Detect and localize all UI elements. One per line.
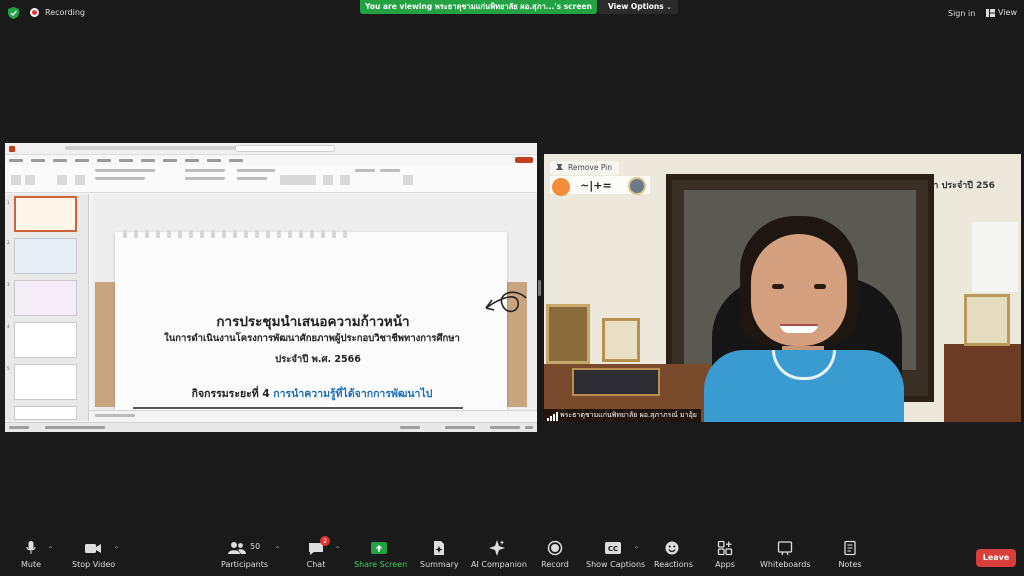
logo-text: ~|+= [580,179,612,192]
slide-subtitle-year: ประจำปี พ.ศ. 2566 [275,354,361,365]
record-label: Record [541,560,569,569]
remove-pin-label: Remove Pin [568,163,613,172]
video-options-caret[interactable]: ^ [114,546,119,553]
slide-thumbnail[interactable] [14,322,77,358]
notes-pane[interactable] [89,410,537,420]
activity-highlight: การนำความรู้ที่ได้จากการพัฒนาไป [273,388,433,400]
mute-options-caret[interactable]: ^ [48,546,53,553]
whiteboards-button[interactable]: Whiteboards [760,540,811,569]
apps-icon [717,540,733,556]
show-captions-label: Show Captions [586,560,646,569]
meeting-toolbar: Mute ^ Stop Video ^ 50 Participants ^ 2 … [0,536,1024,576]
reactions-button[interactable]: Reactions [654,540,693,569]
closed-captions-icon: CC [605,542,621,554]
emblem-icon [628,177,646,195]
shield-icon[interactable] [8,7,19,19]
arrow-doodle-icon [485,291,527,313]
apps-button[interactable]: Apps [712,540,738,569]
svg-text:CC: CC [608,545,618,553]
stop-video-button[interactable]: Stop Video [72,540,116,569]
summary-label: Summary [420,560,459,569]
view-grid-icon [986,8,995,17]
slide-thumbnail[interactable] [14,280,77,316]
participants-button[interactable]: 50 Participants [221,540,268,569]
slide-title: การประชุมนำเสนอความก้าวหน้า [216,314,410,330]
ppt-ribbon [5,165,537,193]
top-bar: Recording You are viewing พระธาตุชามแก่น… [0,0,1024,26]
chat-badge: 2 [320,536,330,546]
leave-button[interactable]: Leave [976,549,1016,567]
school-logo-icon [552,178,570,196]
shared-screen[interactable]: 1 2 3 4 5 การประชุมนำเสนอความก้าวหน้า ใน… [5,143,537,432]
summary-button[interactable]: Summary [420,540,459,569]
remove-pin-button[interactable]: Remove Pin [550,161,620,175]
mute-button[interactable]: Mute [20,540,42,569]
slide-thumbnails[interactable]: 1 2 3 4 5 [5,194,89,421]
microphone-icon [26,541,36,554]
slide-subtitle: ในการดำเนินงานโครงการพัฒนาศักยภาพผู้ประก… [164,333,460,344]
view-label: View [998,8,1017,17]
share-screen-button[interactable]: Share Screen [354,540,408,569]
chat-button[interactable]: 2 Chat [305,536,330,569]
signal-strength-icon [547,412,558,421]
captions-options-caret[interactable]: ^ [634,546,639,553]
participants-count: 50 [250,542,261,551]
slide-thumbnail[interactable] [14,238,77,274]
ppt-title-bar [5,143,537,155]
video-camera-icon [85,544,101,553]
participants-label: Participants [221,560,268,569]
slide-thumbnail[interactable] [14,406,77,420]
notes-label: Notes [838,560,862,569]
chevron-down-icon: ⌄ [666,3,672,11]
pin-icon [556,164,563,170]
mute-label: Mute [20,560,42,569]
slide-thumbnail[interactable] [14,364,77,400]
ai-sparkle-icon [489,540,505,556]
ai-companion-button[interactable]: AI Companion [471,540,527,569]
view-options-label: View Options [608,2,664,11]
record-button[interactable]: Record [540,540,570,569]
chat-label: Chat [306,560,326,569]
slide-canvas: การประชุมนำเสนอความก้าวหน้า ในการดำเนินง… [93,194,537,418]
sign-in-button[interactable]: Sign in [948,9,975,18]
whiteboard-icon [777,541,793,556]
powerpoint-icon [9,146,15,152]
ppt-ribbon-tabs [5,155,537,165]
activity-prefix: กิจกรรมระยะที่ 4 [191,388,270,400]
reactions-smiley-icon [665,541,679,555]
ppt-status-bar [5,422,537,432]
recording-label: Recording [45,8,86,17]
participants-options-caret[interactable]: ^ [275,546,280,553]
slide-thumbnail[interactable] [14,196,77,232]
share-screen-icon [371,542,387,554]
participant-video[interactable]: กษา ประจำปี 256 ~|+= Remove Pin พระธาตุช… [544,154,1021,422]
show-captions-button[interactable]: CC Show Captions [586,540,646,569]
summary-document-icon [434,541,444,555]
participant-name: พระธาตุชามแก่นพิทยาลัย ผอ.สุภาภรณ์ มาอุ้… [560,411,697,419]
view-options-button[interactable]: View Options ⌄ [598,0,678,14]
recording-dot-icon [30,8,39,17]
viewing-screen-banner: You are viewing พระธาตุชามแก่นพิทยาลัย ผ… [360,0,597,14]
ai-companion-label: AI Companion [471,560,527,569]
chat-options-caret[interactable]: ^ [335,546,340,553]
recording-indicator[interactable]: Recording [30,8,85,17]
ppt-search-box [235,145,335,152]
apps-label: Apps [715,560,735,569]
reactions-label: Reactions [654,560,693,569]
notes-button[interactable]: Notes [836,540,864,569]
share-screen-label: Share Screen [354,560,408,569]
notes-icon [844,540,856,556]
view-button[interactable]: View [986,8,1017,17]
slide-activity: กิจกรรมระยะที่ 4 การนำความรู้ที่ได้จากกา… [117,385,507,402]
participant-name-tag: พระธาตุชามแก่นพิทยาลัย ผอ.สุภาภรณ์ มาอุ้… [544,409,701,422]
record-icon [547,540,563,556]
stop-video-label: Stop Video [72,560,116,569]
split-divider-handle[interactable] [538,280,541,296]
participants-icon [228,542,246,554]
whiteboards-label: Whiteboards [760,560,811,569]
